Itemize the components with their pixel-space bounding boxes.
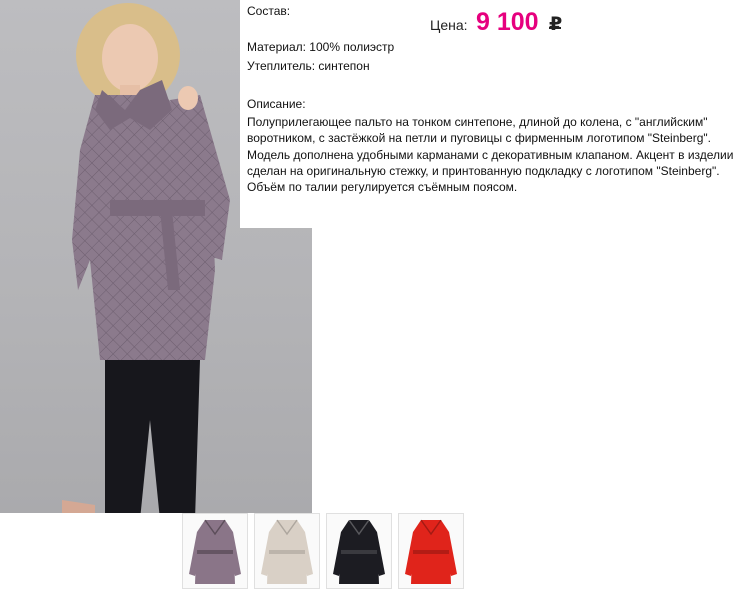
- thumbnail-coat-lilac[interactable]: [182, 513, 248, 589]
- thumbnail-coat-red[interactable]: [398, 513, 464, 589]
- ruble-icon: ₽: [549, 14, 563, 35]
- coat-thumbnail-icon: [261, 519, 313, 584]
- thumbnail-coat-black[interactable]: [326, 513, 392, 589]
- description-text: Полуприлегающее пальто на тонком синтепо…: [247, 115, 734, 195]
- insulation-text: Утеплитель: синтепон: [247, 59, 370, 73]
- product-info-panel: Состав: Цена: 9 100 ₽ Материал: 100% пол…: [240, 0, 741, 228]
- price-value: 9 100: [476, 8, 539, 36]
- description-label: Описание:: [247, 97, 306, 111]
- material-text: Материал: 100% полиэстр: [247, 40, 395, 54]
- coat-thumbnail-icon: [333, 519, 385, 584]
- coat-thumbnail-icon: [189, 519, 241, 584]
- coat-thumbnail-icon: [405, 519, 457, 584]
- color-thumbnails: [182, 513, 464, 589]
- thumbnail-coat-beige[interactable]: [254, 513, 320, 589]
- price-block: Цена: 9 100 ₽: [430, 8, 562, 37]
- price-label: Цена:: [430, 17, 468, 33]
- composition-label: Состав:: [247, 4, 291, 18]
